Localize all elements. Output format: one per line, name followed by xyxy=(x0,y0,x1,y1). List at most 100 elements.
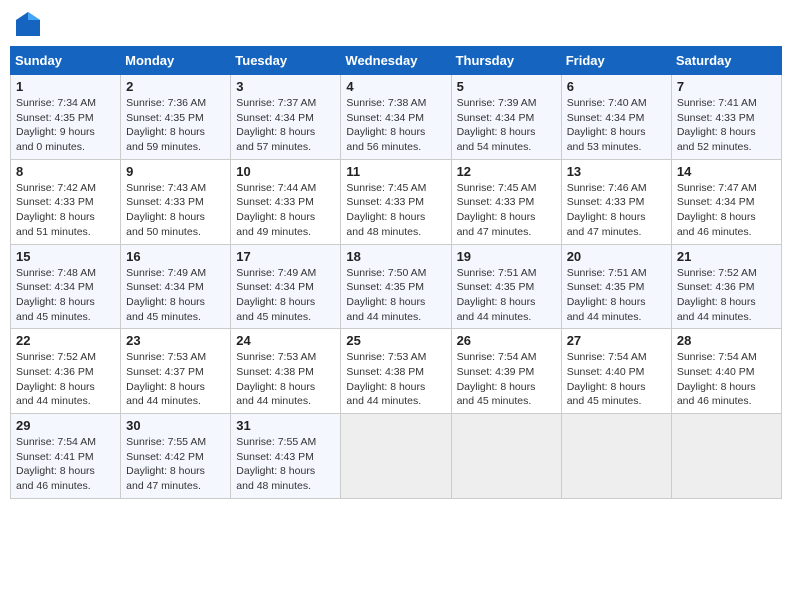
calendar-week-row: 15 Sunrise: 7:48 AM Sunset: 4:34 PM Dayl… xyxy=(11,244,782,329)
calendar-cell: 1 Sunrise: 7:34 AM Sunset: 4:35 PM Dayli… xyxy=(11,75,121,160)
day-number: 23 xyxy=(126,333,225,348)
day-number: 4 xyxy=(346,79,445,94)
calendar-cell: 26 Sunrise: 7:54 AM Sunset: 4:39 PM Dayl… xyxy=(451,329,561,414)
calendar-cell: 8 Sunrise: 7:42 AM Sunset: 4:33 PM Dayli… xyxy=(11,159,121,244)
calendar-cell: 24 Sunrise: 7:53 AM Sunset: 4:38 PM Dayl… xyxy=(231,329,341,414)
calendar-cell: 14 Sunrise: 7:47 AM Sunset: 4:34 PM Dayl… xyxy=(671,159,781,244)
day-detail: Sunrise: 7:54 AM Sunset: 4:40 PM Dayligh… xyxy=(567,350,666,409)
calendar-cell: 23 Sunrise: 7:53 AM Sunset: 4:37 PM Dayl… xyxy=(121,329,231,414)
calendar-cell: 29 Sunrise: 7:54 AM Sunset: 4:41 PM Dayl… xyxy=(11,414,121,499)
day-detail: Sunrise: 7:53 AM Sunset: 4:38 PM Dayligh… xyxy=(236,350,335,409)
day-detail: Sunrise: 7:53 AM Sunset: 4:37 PM Dayligh… xyxy=(126,350,225,409)
day-number: 15 xyxy=(16,249,115,264)
day-detail: Sunrise: 7:51 AM Sunset: 4:35 PM Dayligh… xyxy=(567,266,666,325)
day-number: 16 xyxy=(126,249,225,264)
day-number: 28 xyxy=(677,333,776,348)
calendar-cell: 9 Sunrise: 7:43 AM Sunset: 4:33 PM Dayli… xyxy=(121,159,231,244)
day-number: 8 xyxy=(16,164,115,179)
calendar-cell: 5 Sunrise: 7:39 AM Sunset: 4:34 PM Dayli… xyxy=(451,75,561,160)
col-header-thursday: Thursday xyxy=(451,47,561,75)
day-detail: Sunrise: 7:45 AM Sunset: 4:33 PM Dayligh… xyxy=(457,181,556,240)
day-detail: Sunrise: 7:47 AM Sunset: 4:34 PM Dayligh… xyxy=(677,181,776,240)
day-number: 25 xyxy=(346,333,445,348)
day-number: 11 xyxy=(346,164,445,179)
calendar-cell: 17 Sunrise: 7:49 AM Sunset: 4:34 PM Dayl… xyxy=(231,244,341,329)
day-detail: Sunrise: 7:34 AM Sunset: 4:35 PM Dayligh… xyxy=(16,96,115,155)
calendar-header-row: SundayMondayTuesdayWednesdayThursdayFrid… xyxy=(11,47,782,75)
day-detail: Sunrise: 7:39 AM Sunset: 4:34 PM Dayligh… xyxy=(457,96,556,155)
logo xyxy=(14,10,46,38)
day-detail: Sunrise: 7:54 AM Sunset: 4:41 PM Dayligh… xyxy=(16,435,115,494)
calendar-cell: 18 Sunrise: 7:50 AM Sunset: 4:35 PM Dayl… xyxy=(341,244,451,329)
calendar-cell xyxy=(561,414,671,499)
day-number: 27 xyxy=(567,333,666,348)
calendar-cell: 16 Sunrise: 7:49 AM Sunset: 4:34 PM Dayl… xyxy=(121,244,231,329)
day-number: 30 xyxy=(126,418,225,433)
col-header-saturday: Saturday xyxy=(671,47,781,75)
logo-icon xyxy=(14,10,42,38)
day-number: 19 xyxy=(457,249,556,264)
day-detail: Sunrise: 7:42 AM Sunset: 4:33 PM Dayligh… xyxy=(16,181,115,240)
calendar-cell: 28 Sunrise: 7:54 AM Sunset: 4:40 PM Dayl… xyxy=(671,329,781,414)
day-number: 26 xyxy=(457,333,556,348)
day-number: 22 xyxy=(16,333,115,348)
calendar-cell: 21 Sunrise: 7:52 AM Sunset: 4:36 PM Dayl… xyxy=(671,244,781,329)
calendar-cell: 13 Sunrise: 7:46 AM Sunset: 4:33 PM Dayl… xyxy=(561,159,671,244)
col-header-tuesday: Tuesday xyxy=(231,47,341,75)
day-detail: Sunrise: 7:49 AM Sunset: 4:34 PM Dayligh… xyxy=(126,266,225,325)
calendar-cell: 10 Sunrise: 7:44 AM Sunset: 4:33 PM Dayl… xyxy=(231,159,341,244)
day-detail: Sunrise: 7:43 AM Sunset: 4:33 PM Dayligh… xyxy=(126,181,225,240)
day-detail: Sunrise: 7:41 AM Sunset: 4:33 PM Dayligh… xyxy=(677,96,776,155)
day-number: 5 xyxy=(457,79,556,94)
calendar-cell: 30 Sunrise: 7:55 AM Sunset: 4:42 PM Dayl… xyxy=(121,414,231,499)
col-header-monday: Monday xyxy=(121,47,231,75)
day-detail: Sunrise: 7:55 AM Sunset: 4:43 PM Dayligh… xyxy=(236,435,335,494)
day-detail: Sunrise: 7:48 AM Sunset: 4:34 PM Dayligh… xyxy=(16,266,115,325)
day-detail: Sunrise: 7:54 AM Sunset: 4:40 PM Dayligh… xyxy=(677,350,776,409)
calendar-cell: 20 Sunrise: 7:51 AM Sunset: 4:35 PM Dayl… xyxy=(561,244,671,329)
day-number: 6 xyxy=(567,79,666,94)
calendar-week-row: 8 Sunrise: 7:42 AM Sunset: 4:33 PM Dayli… xyxy=(11,159,782,244)
day-detail: Sunrise: 7:36 AM Sunset: 4:35 PM Dayligh… xyxy=(126,96,225,155)
day-detail: Sunrise: 7:52 AM Sunset: 4:36 PM Dayligh… xyxy=(16,350,115,409)
calendar-week-row: 22 Sunrise: 7:52 AM Sunset: 4:36 PM Dayl… xyxy=(11,329,782,414)
day-detail: Sunrise: 7:52 AM Sunset: 4:36 PM Dayligh… xyxy=(677,266,776,325)
col-header-sunday: Sunday xyxy=(11,47,121,75)
day-number: 17 xyxy=(236,249,335,264)
day-number: 3 xyxy=(236,79,335,94)
calendar-cell: 3 Sunrise: 7:37 AM Sunset: 4:34 PM Dayli… xyxy=(231,75,341,160)
calendar-cell xyxy=(671,414,781,499)
calendar-cell: 12 Sunrise: 7:45 AM Sunset: 4:33 PM Dayl… xyxy=(451,159,561,244)
day-number: 14 xyxy=(677,164,776,179)
day-detail: Sunrise: 7:54 AM Sunset: 4:39 PM Dayligh… xyxy=(457,350,556,409)
day-number: 18 xyxy=(346,249,445,264)
day-number: 10 xyxy=(236,164,335,179)
calendar-cell: 11 Sunrise: 7:45 AM Sunset: 4:33 PM Dayl… xyxy=(341,159,451,244)
calendar-cell: 27 Sunrise: 7:54 AM Sunset: 4:40 PM Dayl… xyxy=(561,329,671,414)
calendar-cell: 2 Sunrise: 7:36 AM Sunset: 4:35 PM Dayli… xyxy=(121,75,231,160)
col-header-wednesday: Wednesday xyxy=(341,47,451,75)
calendar-cell: 4 Sunrise: 7:38 AM Sunset: 4:34 PM Dayli… xyxy=(341,75,451,160)
day-detail: Sunrise: 7:53 AM Sunset: 4:38 PM Dayligh… xyxy=(346,350,445,409)
day-number: 2 xyxy=(126,79,225,94)
day-detail: Sunrise: 7:44 AM Sunset: 4:33 PM Dayligh… xyxy=(236,181,335,240)
calendar-cell: 22 Sunrise: 7:52 AM Sunset: 4:36 PM Dayl… xyxy=(11,329,121,414)
calendar-cell xyxy=(451,414,561,499)
calendar-cell: 15 Sunrise: 7:48 AM Sunset: 4:34 PM Dayl… xyxy=(11,244,121,329)
day-detail: Sunrise: 7:46 AM Sunset: 4:33 PM Dayligh… xyxy=(567,181,666,240)
calendar-cell xyxy=(341,414,451,499)
day-detail: Sunrise: 7:45 AM Sunset: 4:33 PM Dayligh… xyxy=(346,181,445,240)
calendar-cell: 6 Sunrise: 7:40 AM Sunset: 4:34 PM Dayli… xyxy=(561,75,671,160)
day-detail: Sunrise: 7:55 AM Sunset: 4:42 PM Dayligh… xyxy=(126,435,225,494)
day-detail: Sunrise: 7:38 AM Sunset: 4:34 PM Dayligh… xyxy=(346,96,445,155)
day-detail: Sunrise: 7:51 AM Sunset: 4:35 PM Dayligh… xyxy=(457,266,556,325)
day-detail: Sunrise: 7:49 AM Sunset: 4:34 PM Dayligh… xyxy=(236,266,335,325)
calendar-cell: 7 Sunrise: 7:41 AM Sunset: 4:33 PM Dayli… xyxy=(671,75,781,160)
col-header-friday: Friday xyxy=(561,47,671,75)
calendar-table: SundayMondayTuesdayWednesdayThursdayFrid… xyxy=(10,46,782,499)
calendar-week-row: 29 Sunrise: 7:54 AM Sunset: 4:41 PM Dayl… xyxy=(11,414,782,499)
day-detail: Sunrise: 7:50 AM Sunset: 4:35 PM Dayligh… xyxy=(346,266,445,325)
calendar-cell: 31 Sunrise: 7:55 AM Sunset: 4:43 PM Dayl… xyxy=(231,414,341,499)
day-number: 13 xyxy=(567,164,666,179)
calendar-cell: 19 Sunrise: 7:51 AM Sunset: 4:35 PM Dayl… xyxy=(451,244,561,329)
